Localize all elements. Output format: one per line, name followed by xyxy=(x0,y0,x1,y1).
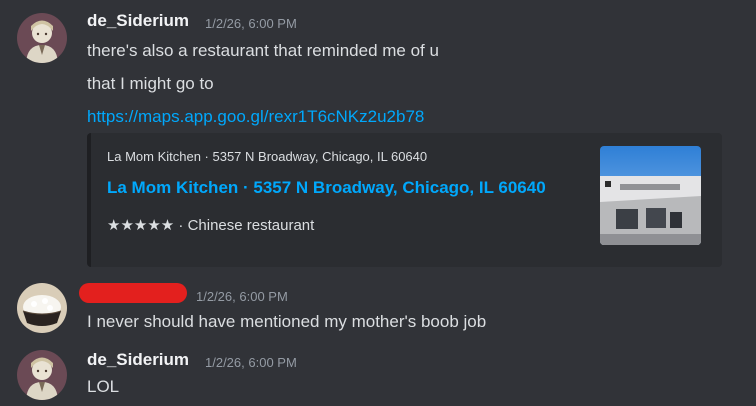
message-link-line: https://maps.app.goo.gl/rexr1T6cNKz2u2b7… xyxy=(87,107,424,127)
user-avatar-de-siderium[interactable] xyxy=(17,13,67,63)
message-text-line: I never should have mentioned my mother'… xyxy=(87,312,487,331)
user-avatar-de-siderium[interactable] xyxy=(17,350,67,400)
message-username[interactable]: de_Siderium xyxy=(87,11,189,31)
message-username[interactable]: de_Siderium xyxy=(87,350,189,370)
message-timestamp: 1/2/26, 6:00 PM xyxy=(205,16,297,31)
embed-provider[interactable]: La Mom Kitchen · 5357 N Broadway, Chicag… xyxy=(107,149,427,164)
message-timestamp: 1/2/26, 6:00 PM xyxy=(205,355,297,370)
message-timestamp: 1/2/26, 6:00 PM xyxy=(196,289,288,304)
maps-link[interactable]: https://maps.app.goo.gl/rexr1T6cNKz2u2b7… xyxy=(87,107,424,126)
rating-stars: ★★★★★ xyxy=(107,217,175,234)
user-avatar-rice[interactable] xyxy=(17,283,67,333)
embed-thumbnail[interactable] xyxy=(600,146,701,245)
embed-title[interactable]: La Mom Kitchen · 5357 N Broadway, Chicag… xyxy=(107,178,546,198)
chat-messages: de_Siderium 1/2/26, 6:00 PM there's also… xyxy=(0,0,756,406)
message-text-line: there's also a restaurant that reminded … xyxy=(87,41,439,60)
embed-description: ★★★★★ · Chinese restaurant xyxy=(107,216,314,234)
link-embed: La Mom Kitchen · 5357 N Broadway, Chicag… xyxy=(87,133,722,267)
message-text-line: that I might go to xyxy=(87,74,214,93)
message-text-line: LOL xyxy=(87,377,120,396)
redacted-username xyxy=(79,283,187,303)
embed-category: · Chinese restaurant xyxy=(174,217,315,234)
